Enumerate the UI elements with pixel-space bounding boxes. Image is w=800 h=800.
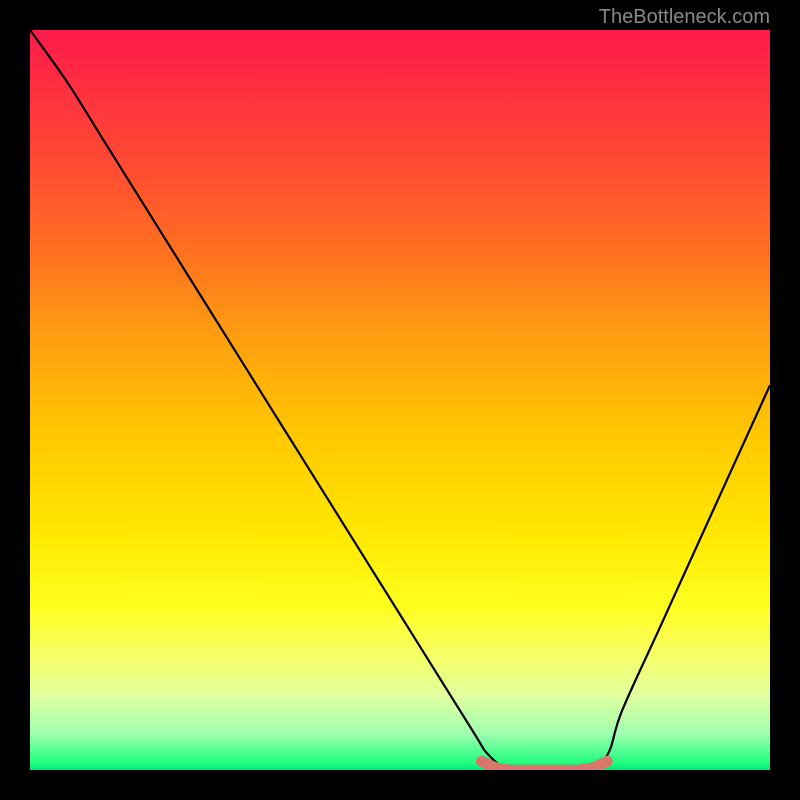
attribution-text: TheBottleneck.com — [599, 6, 770, 29]
chart-container: TheBottleneck.com — [0, 0, 800, 800]
chart-svg — [30, 30, 770, 770]
bottleneck-curve-path — [30, 30, 770, 770]
optimal-zone-marker-path — [481, 761, 607, 770]
plot-area — [30, 30, 770, 770]
